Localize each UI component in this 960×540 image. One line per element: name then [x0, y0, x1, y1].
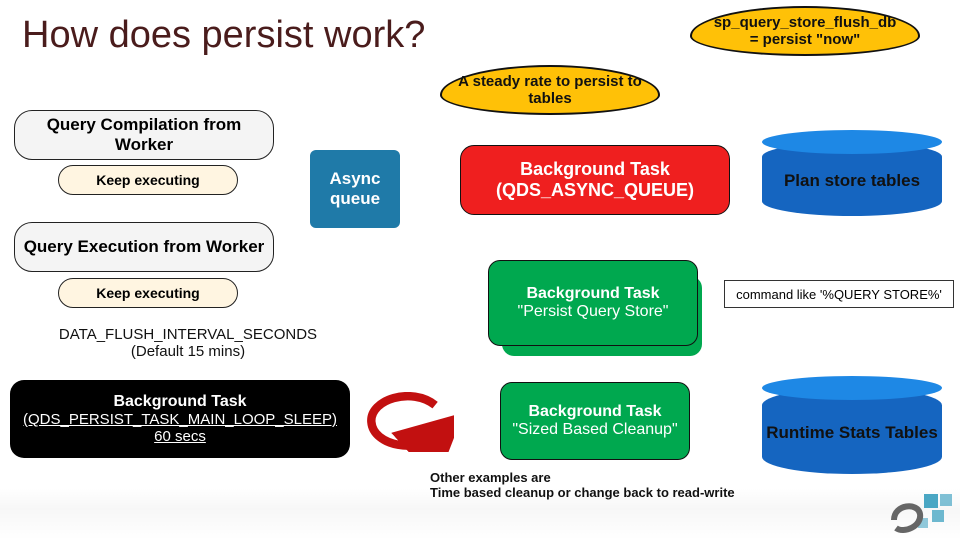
text-other-examples: Other examples are Time based cleanup or…: [430, 470, 750, 500]
cylinder-plan-label: Plan store tables: [762, 171, 942, 191]
loop-arrow-icon: [360, 392, 454, 452]
box-bg-task-main-loop: Background Task (QDS_PERSIST_TASK_MAIN_L…: [10, 380, 350, 458]
bg-task-black-time: 60 secs: [154, 428, 206, 445]
bg-task-black-sub: (QDS_PERSIST_TASK_MAIN_LOOP_SLEEP): [23, 411, 337, 428]
box-query-execution: Query Execution from Worker: [14, 222, 274, 272]
bg-task-sized-sub: "Sized Based Cleanup": [512, 421, 677, 439]
callout-steady-rate: A steady rate to persist to tables: [440, 65, 660, 115]
box-query-compilation: Query Compilation from Worker: [14, 110, 274, 160]
box-bg-task-persist-stack: Store" Background Task "Persist Query St…: [488, 260, 698, 346]
bg-task-persist-title: Background Task: [526, 285, 659, 303]
cylinder-runtime-label: Runtime Stats Tables: [762, 423, 942, 443]
cylinder-plan-store: Plan store tables: [762, 142, 942, 216]
box-bg-task-persist: Background Task "Persist Query Store": [488, 260, 698, 346]
flush-interval-name: DATA_FLUSH_INTERVAL_SECONDS: [48, 326, 328, 343]
box-bg-task-sized-cleanup: Background Task "Sized Based Cleanup": [500, 382, 690, 460]
callout-flush-db: sp_query_store_flush_db = persist "now": [690, 6, 920, 56]
flush-interval-default: (Default 15 mins): [48, 343, 328, 360]
box-bg-task-async-queue: Background Task (QDS_ASYNC_QUEUE): [460, 145, 730, 215]
box-command-like: command like '%QUERY STORE%': [724, 280, 954, 308]
box-async-queue: Async queue: [310, 150, 400, 228]
bg-task-sized-title: Background Task: [528, 403, 661, 421]
box-keep-executing-1: Keep executing: [58, 165, 238, 195]
cylinder-runtime-stats: Runtime Stats Tables: [762, 388, 942, 474]
bg-task-persist-sub: "Persist Query Store": [518, 303, 669, 321]
brand-logo-icon: [888, 490, 954, 536]
box-keep-executing-2: Keep executing: [58, 278, 238, 308]
bg-task-black-title: Background Task: [113, 393, 246, 411]
page-title: How does persist work?: [22, 14, 425, 57]
label-data-flush-interval: DATA_FLUSH_INTERVAL_SECONDS (Default 15 …: [48, 326, 328, 360]
